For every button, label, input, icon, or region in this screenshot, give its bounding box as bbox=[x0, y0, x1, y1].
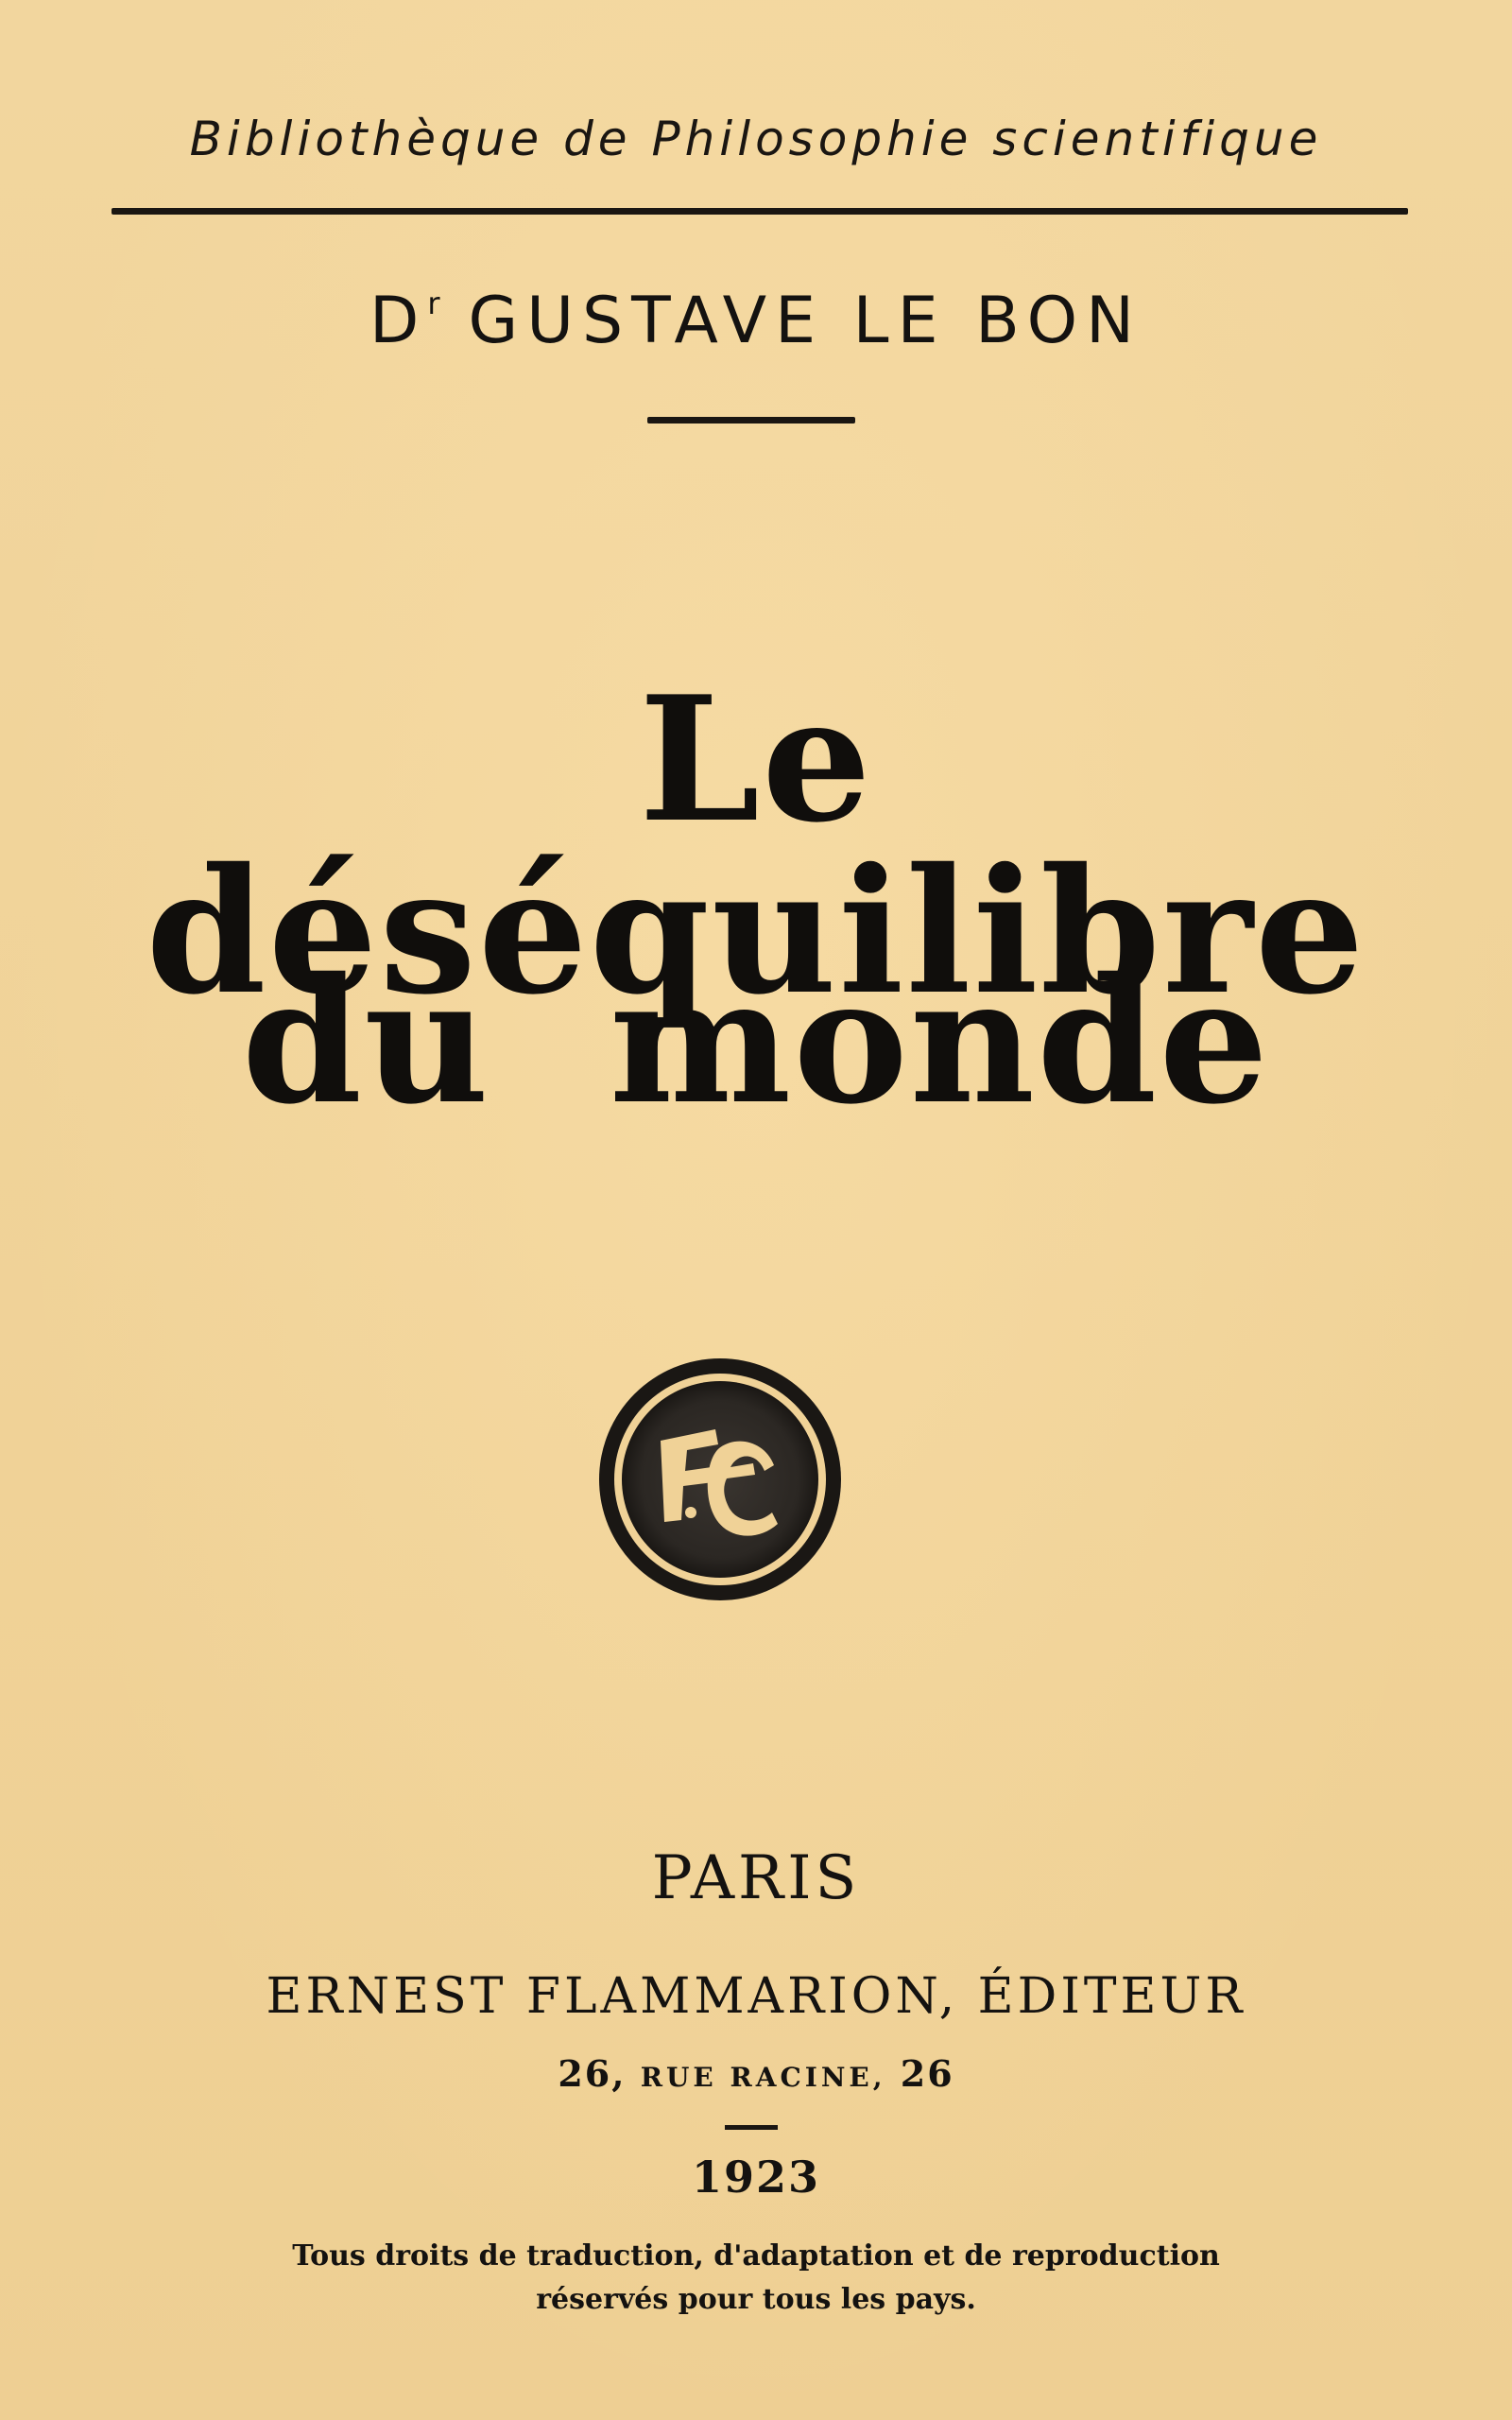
rights-line-1: Tous droits de traduction, d'adaptation … bbox=[292, 2239, 1220, 2273]
rights-notice: Tous droits de traduction, d'adaptation … bbox=[0, 2235, 1512, 2322]
rights-line-2: réservés pour tous les pays. bbox=[536, 2283, 976, 2316]
author-title: D bbox=[369, 284, 428, 358]
imprint-city: PARIS bbox=[651, 1843, 861, 1913]
author-title-superscript: r bbox=[427, 285, 440, 321]
publication-year: 1923 bbox=[691, 2152, 821, 2203]
address-number-2: 26 bbox=[900, 2052, 954, 2095]
imprint-address: 26, RUE RACINE, 26 bbox=[0, 2052, 1512, 2095]
publisher-monogram-seal-icon bbox=[599, 1358, 841, 1600]
title-page: Bibliothèque de Philosophie scientifique… bbox=[0, 0, 1512, 2420]
author-rule bbox=[647, 417, 855, 424]
imprint-rule bbox=[725, 2125, 778, 2130]
top-rule bbox=[112, 208, 1408, 215]
address-number-1: 26, bbox=[558, 2052, 627, 2095]
author-name: GUSTAVE LE BON bbox=[468, 284, 1143, 358]
author-line: Dr GUSTAVE LE BON bbox=[0, 284, 1512, 358]
address-street: RUE RACINE, bbox=[640, 2062, 886, 2093]
imprint-publisher: ERNEST FLAMMARION, ÉDITEUR bbox=[266, 1968, 1246, 2025]
book-title-line-2: du monde bbox=[241, 940, 1271, 1142]
series-title: Bibliothèque de Philosophie scientifique bbox=[189, 112, 1323, 166]
